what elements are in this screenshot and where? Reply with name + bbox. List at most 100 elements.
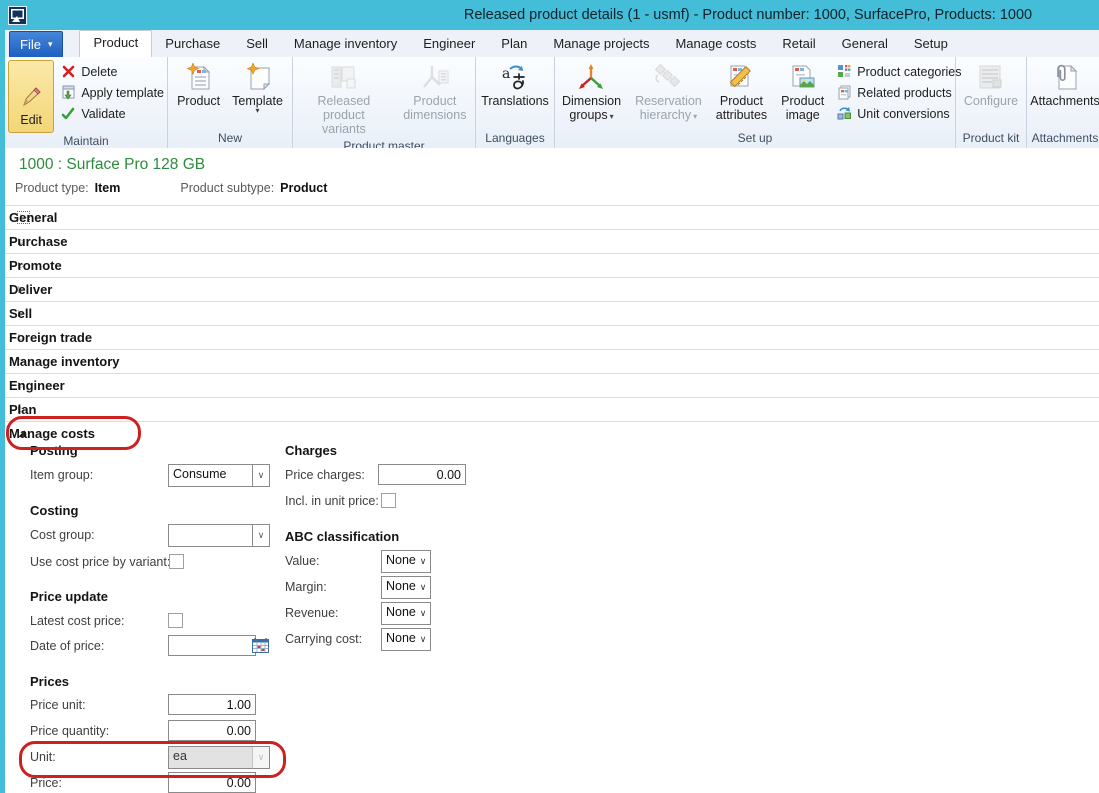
- chevron-down-icon: ∨: [252, 747, 269, 768]
- ribbon-group-product-kit: Configure Product kit: [956, 57, 1027, 148]
- product-type-label: Product type:: [15, 181, 89, 195]
- chevron-down-icon[interactable]: ∨: [252, 465, 269, 486]
- tab-plan[interactable]: Plan: [488, 32, 540, 57]
- product-dimensions-label: Product dimensions: [402, 94, 468, 122]
- translations-label: Translations: [481, 94, 549, 108]
- price-input[interactable]: [168, 772, 256, 793]
- ribbon-group-attachments: Attachments Attachments: [1027, 57, 1099, 148]
- product-categories-button[interactable]: Product categories: [836, 61, 961, 82]
- file-menu-button[interactable]: File ▾: [9, 31, 63, 58]
- tab-retail[interactable]: Retail: [769, 32, 828, 57]
- date-of-price-label: Date of price:: [30, 639, 104, 653]
- configure-label: Configure: [964, 94, 1018, 108]
- fast-tab-promote[interactable]: ▷ Promote: [5, 254, 1099, 278]
- ribbon-group-set-up: Dimension groups▾ Reservation hierarchy▾: [555, 57, 956, 148]
- chevron-down-icon: ∨: [416, 629, 430, 650]
- incl-in-unit-price-label: Incl. in unit price:: [285, 494, 379, 508]
- tab-setup[interactable]: Setup: [901, 32, 961, 57]
- price-charges-label: Price charges:: [285, 468, 365, 482]
- date-of-price-input[interactable]: [168, 635, 256, 656]
- tab-manage-projects[interactable]: Manage projects: [540, 32, 662, 57]
- ribbon-group-languages: a Translations Languages: [476, 57, 555, 148]
- new-template-icon: [243, 62, 273, 94]
- svg-text:a: a: [502, 66, 510, 82]
- product-dimensions-button: Product dimensions: [398, 60, 472, 124]
- item-group-combobox[interactable]: Consume ∨: [168, 464, 270, 487]
- fast-tab-manage-inventory-label: Manage inventory: [9, 354, 120, 369]
- edit-button[interactable]: Edit: [8, 60, 54, 133]
- tab-general[interactable]: General: [829, 32, 901, 57]
- price-charges-input[interactable]: [378, 464, 466, 485]
- released-product-variants-icon: [329, 62, 359, 94]
- tab-sell[interactable]: Sell: [233, 32, 281, 57]
- dimension-groups-button[interactable]: Dimension groups▾: [558, 60, 625, 124]
- attachments-paperclip-icon: [1050, 62, 1080, 94]
- delete-button[interactable]: Delete: [60, 61, 164, 82]
- tab-manage-costs[interactable]: Manage costs: [662, 32, 769, 57]
- unit-conversions-button[interactable]: Unit conversions: [836, 103, 961, 124]
- fast-tab-promote-label: Promote: [9, 258, 62, 273]
- fast-tab-sell-label: Sell: [9, 306, 32, 321]
- apply-template-icon: [60, 85, 76, 101]
- latest-cost-price-label: Latest cost price:: [30, 614, 125, 628]
- window-title: Released product details (1 - usmf) - Pr…: [27, 7, 1099, 23]
- ribbon-group-maintain: Edit Delete: [5, 57, 168, 148]
- dimension-groups-icon: [577, 62, 607, 94]
- reservation-hierarchy-button: Reservation hierarchy▾: [631, 60, 706, 124]
- fast-tab-general-label: General: [9, 210, 57, 225]
- dimension-groups-caret-icon: ▾: [610, 112, 614, 121]
- use-cost-price-by-variant-label: Use cost price by variant:: [30, 555, 170, 569]
- tab-product[interactable]: Product: [79, 30, 152, 57]
- translations-button[interactable]: a Translations: [477, 60, 553, 110]
- fast-tab-plan-label: Plan: [9, 402, 36, 417]
- configure-icon: [976, 62, 1006, 94]
- fast-tab-manage-costs[interactable]: ◢ Manage costs: [5, 422, 1099, 445]
- abc-carrying-cost-select[interactable]: None ∨: [381, 628, 431, 651]
- translations-icon: a: [500, 62, 530, 94]
- group-label-product-kit: Product kit: [956, 130, 1026, 148]
- fast-tab-sell[interactable]: ▷ Sell: [5, 302, 1099, 326]
- product-categories-label: Product categories: [857, 65, 961, 79]
- fast-tab-purchase[interactable]: ▷ Purchase: [5, 230, 1099, 254]
- fast-tab-list: ▷ General ▷ Purchase ▷ Promote ▷ Deliver…: [5, 205, 1099, 445]
- checkmark-icon: [60, 106, 76, 122]
- abc-value-label: Value:: [285, 554, 320, 568]
- validate-button[interactable]: Validate: [60, 103, 164, 124]
- fast-tab-deliver[interactable]: ▷ Deliver: [5, 278, 1099, 302]
- latest-cost-price-checkbox[interactable]: [168, 613, 183, 628]
- product-image-button[interactable]: Product image: [777, 60, 828, 124]
- product-subtype-label: Product subtype:: [180, 181, 274, 195]
- fast-tab-general[interactable]: ▷ General: [5, 206, 1099, 230]
- chevron-down-icon[interactable]: ∨: [252, 525, 269, 546]
- abc-revenue-select[interactable]: None ∨: [381, 602, 431, 625]
- price-unit-input[interactable]: [168, 694, 256, 715]
- apply-template-label: Apply template: [81, 86, 164, 100]
- tab-manage-inventory[interactable]: Manage inventory: [281, 32, 410, 57]
- title-bar: Released product details (1 - usmf) - Pr…: [0, 0, 1099, 30]
- new-template-button[interactable]: Template ▾: [228, 60, 287, 116]
- fast-tab-engineer[interactable]: ▷ Engineer: [5, 374, 1099, 398]
- price-quantity-input[interactable]: [168, 720, 256, 741]
- use-cost-price-by-variant-checkbox[interactable]: [169, 554, 184, 569]
- incl-in-unit-price-checkbox[interactable]: [381, 493, 396, 508]
- tab-purchase[interactable]: Purchase: [152, 32, 233, 57]
- related-products-button[interactable]: Related products: [836, 82, 961, 103]
- product-attributes-button[interactable]: Product attributes: [712, 60, 771, 124]
- tab-engineer[interactable]: Engineer: [410, 32, 488, 57]
- abc-value-select[interactable]: None ∨: [381, 550, 431, 573]
- unit-conversions-label: Unit conversions: [857, 107, 949, 121]
- fast-tab-engineer-label: Engineer: [9, 378, 65, 393]
- fast-tab-plan[interactable]: ▷ Plan: [5, 398, 1099, 422]
- attachments-button[interactable]: Attachments: [1026, 60, 1099, 110]
- apply-template-button[interactable]: Apply template: [60, 82, 164, 103]
- product-type-value: Item: [95, 181, 121, 195]
- fast-tab-foreign-trade[interactable]: ▷ Foreign trade: [5, 326, 1099, 350]
- abc-margin-select[interactable]: None ∨: [381, 576, 431, 599]
- calendar-icon[interactable]: [251, 636, 269, 654]
- new-product-button[interactable]: Product: [173, 60, 224, 110]
- abc-value-value: None: [382, 551, 416, 572]
- cost-group-combobox[interactable]: ∨: [168, 524, 270, 547]
- related-products-label: Related products: [857, 86, 952, 100]
- ribbon: Edit Delete: [5, 57, 1099, 149]
- fast-tab-manage-inventory[interactable]: ▷ Manage inventory: [5, 350, 1099, 374]
